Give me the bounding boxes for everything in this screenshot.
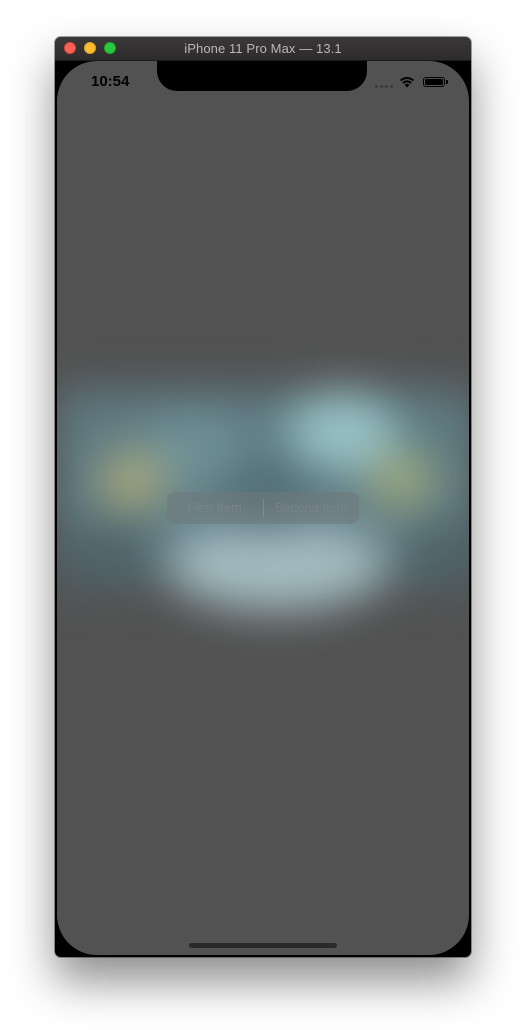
window-titlebar[interactable]: iPhone 11 Pro Max — 13.1 <box>55 37 471 61</box>
segmented-control[interactable]: First Item Second Item <box>167 492 359 524</box>
battery-icon <box>423 77 448 87</box>
segment-first-item[interactable]: First Item <box>167 492 263 524</box>
wifi-icon <box>399 75 415 88</box>
status-time: 10:54 <box>91 73 130 90</box>
device-screen: 10:54 First Item Second Item <box>57 61 469 955</box>
device-notch <box>157 61 367 91</box>
simulator-window: iPhone 11 Pro Max — 13.1 10:54 First Ite… <box>55 37 471 957</box>
segment-second-item[interactable]: Second Item <box>264 492 360 524</box>
cellular-signal-icon <box>375 85 393 89</box>
home-indicator[interactable] <box>189 943 337 948</box>
window-title: iPhone 11 Pro Max — 13.1 <box>184 41 342 56</box>
status-bar: 10:54 <box>57 61 469 105</box>
